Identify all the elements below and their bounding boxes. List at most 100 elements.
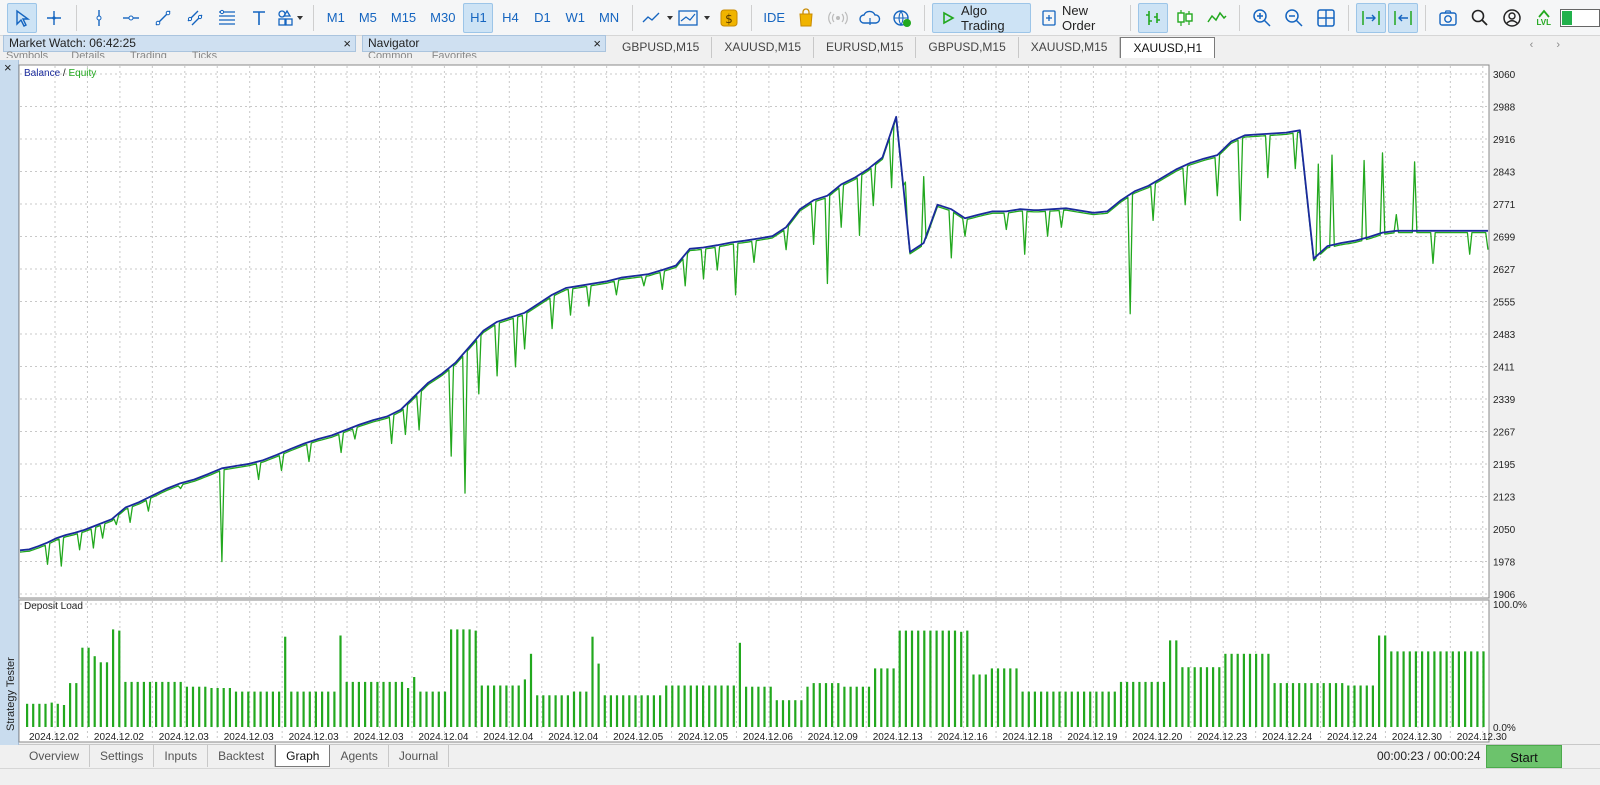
deposit-load-bar bbox=[284, 636, 287, 727]
deposit-load-bar bbox=[376, 681, 379, 727]
deposit-load-bar bbox=[1107, 691, 1110, 727]
deposit-load-bar bbox=[1089, 691, 1092, 727]
deposit-load-bar bbox=[1291, 683, 1295, 727]
deposit-load-bar bbox=[659, 695, 662, 727]
deposit-load-bar bbox=[1138, 681, 1141, 727]
tab-inputs[interactable]: Inputs bbox=[154, 745, 209, 767]
deposit-load-bar bbox=[855, 686, 858, 727]
deposit-load-bar bbox=[204, 686, 207, 727]
deposit-load-bar bbox=[302, 691, 305, 727]
deposit-load-bar bbox=[1156, 681, 1159, 727]
deposit-load-bar bbox=[234, 691, 238, 727]
deposit-load-bar bbox=[468, 629, 471, 727]
deposit-load-bar bbox=[93, 656, 96, 727]
deposit-load-bar bbox=[542, 695, 545, 727]
x-tick-label: 2024.12.23 bbox=[1197, 732, 1247, 743]
deposit-load-bar bbox=[179, 681, 182, 727]
deposit-load-bar bbox=[1255, 653, 1258, 727]
deposit-load-bar bbox=[726, 685, 729, 727]
deposit-load-bar bbox=[702, 685, 705, 727]
tab-settings[interactable]: Settings bbox=[90, 745, 155, 767]
x-axis: 2024.12.02 2024.12.02 2024.12.03 2024.12.03… bbox=[29, 732, 1507, 743]
deposit-load-bar bbox=[738, 642, 741, 727]
deposit-load-bar bbox=[1058, 691, 1061, 727]
deposit-load-bar bbox=[407, 688, 410, 727]
deposit-load-bar bbox=[437, 691, 440, 727]
x-tick-label: 2024.12.03 bbox=[159, 732, 209, 743]
status-bar bbox=[0, 768, 1600, 785]
deposit-load-bar bbox=[56, 703, 59, 727]
deposit-load-bar bbox=[1144, 681, 1147, 727]
deposit-load-bar bbox=[1347, 685, 1350, 727]
deposit-load-title: Deposit Load bbox=[24, 601, 83, 612]
tab-agents[interactable]: Agents bbox=[330, 745, 389, 767]
deposit-load-bar bbox=[148, 681, 152, 727]
deposit-load-bar bbox=[222, 688, 225, 727]
deposit-load-bar bbox=[732, 685, 735, 727]
deposit-load-bar bbox=[769, 686, 772, 727]
deposit-load-bar bbox=[32, 703, 35, 727]
deposit-load-bar bbox=[917, 630, 920, 727]
balance-chart-area bbox=[18, 64, 1490, 599]
deposit-load-bar bbox=[1101, 691, 1104, 727]
deposit-load-bar bbox=[1070, 691, 1073, 727]
deposit-load-bar bbox=[880, 668, 883, 727]
deposit-load-bar bbox=[1279, 683, 1282, 727]
deposit-load-bar bbox=[652, 695, 655, 727]
x-tick-label: 2024.12.18 bbox=[1003, 732, 1053, 743]
deposit-load-bar bbox=[216, 688, 219, 727]
deposit-load-bar bbox=[579, 691, 582, 727]
y-tick-label: 2483 bbox=[1493, 330, 1516, 341]
deposit-load-bar bbox=[1482, 651, 1485, 727]
deposit-load-bar bbox=[603, 695, 606, 727]
test-timer: 00:00:23 / 00:00:24 bbox=[1377, 749, 1481, 763]
deposit-load-bar bbox=[523, 679, 526, 727]
deposit-load-bar bbox=[370, 681, 373, 727]
legend-equity: Equity bbox=[68, 68, 96, 79]
deposit-load-bar bbox=[1205, 667, 1209, 727]
deposit-load-bar bbox=[314, 691, 317, 727]
deposit-load-bar bbox=[1427, 651, 1430, 727]
tab-overview[interactable]: Overview bbox=[19, 745, 91, 767]
deposit-load-bar bbox=[167, 681, 170, 727]
deposit-load-bar bbox=[75, 683, 78, 727]
deposit-load-bar bbox=[781, 700, 785, 727]
y-tick-label: 2411 bbox=[1493, 363, 1515, 374]
deposit-load-bar bbox=[1421, 651, 1424, 727]
deposit-load-bar bbox=[450, 629, 453, 727]
deposit-load-bar bbox=[413, 677, 416, 727]
x-tick-label: 2024.12.03 bbox=[289, 732, 339, 743]
deposit-load-bar bbox=[849, 686, 852, 727]
deposit-load-bar bbox=[591, 636, 594, 727]
x-tick-label: 2024.12.03 bbox=[224, 732, 274, 743]
deposit-load-bar bbox=[1052, 691, 1055, 727]
deposit-load-bar bbox=[493, 685, 496, 727]
deposit-load-bar bbox=[228, 688, 231, 727]
deposit-load-bar bbox=[1187, 667, 1190, 727]
deposit-load-bar bbox=[689, 685, 692, 727]
deposit-y-tick-label: 100.0% bbox=[1493, 600, 1527, 611]
deposit-load-bar bbox=[634, 695, 637, 727]
deposit-load-bar bbox=[50, 702, 53, 727]
deposit-load-bar bbox=[714, 685, 717, 727]
deposit-load-bar bbox=[142, 681, 145, 727]
deposit-load-bar bbox=[1433, 651, 1436, 727]
tab-backtest[interactable]: Backtest bbox=[208, 745, 276, 767]
deposit-load-bar bbox=[984, 674, 987, 727]
deposit-load-bar bbox=[1040, 691, 1043, 727]
deposit-load-bar bbox=[505, 685, 508, 727]
deposit-load-bar bbox=[1021, 691, 1024, 727]
deposit-load-bar bbox=[1064, 691, 1067, 727]
tab-journal[interactable]: Journal bbox=[389, 745, 450, 767]
deposit-load-bar bbox=[677, 685, 680, 727]
y-tick-label: 1978 bbox=[1493, 558, 1516, 569]
deposit-load-bar bbox=[1218, 667, 1221, 727]
y-tick-label: 2050 bbox=[1493, 525, 1516, 536]
tab-graph[interactable]: Graph bbox=[275, 745, 331, 767]
deposit-load-bar bbox=[898, 630, 901, 727]
deposit-load-bar bbox=[499, 685, 502, 727]
deposit-load-bar bbox=[1267, 653, 1270, 727]
deposit-load-bar bbox=[1027, 691, 1030, 727]
deposit-load-bar bbox=[941, 630, 944, 727]
start-button[interactable]: Start bbox=[1486, 745, 1562, 768]
